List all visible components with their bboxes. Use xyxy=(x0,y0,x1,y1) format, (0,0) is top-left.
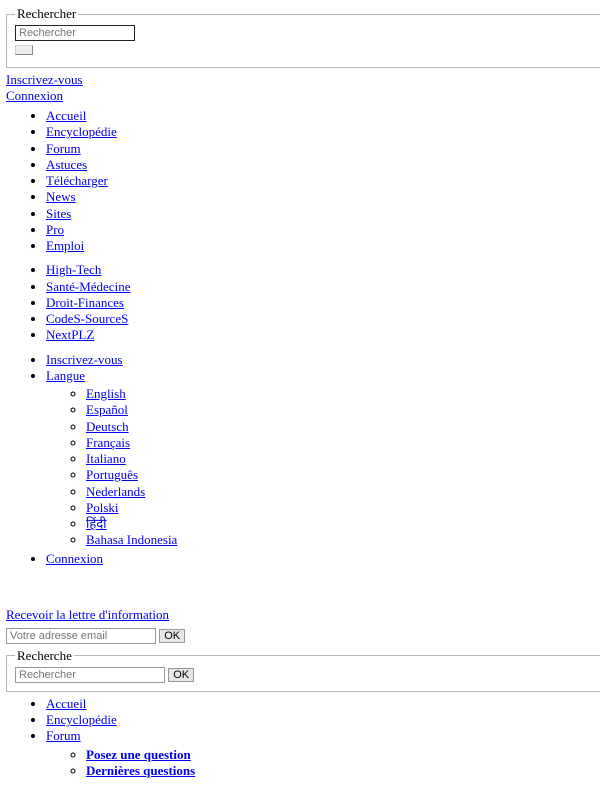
forum-dernieres-questions[interactable]: Dernières questions xyxy=(86,763,195,778)
newsletter-link[interactable]: Recevoir la lettre d'information xyxy=(6,607,169,623)
nav-pro[interactable]: Pro xyxy=(46,222,64,237)
nav-news[interactable]: News xyxy=(46,189,76,204)
signup-link[interactable]: Inscrivez-vous xyxy=(46,352,123,367)
nav-emploi[interactable]: Emploi xyxy=(46,238,84,253)
lang-deutsch[interactable]: Deutsch xyxy=(86,419,129,434)
language-menu[interactable]: Langue xyxy=(46,368,85,383)
newsletter-input[interactable] xyxy=(6,628,156,644)
lang-italiano[interactable]: Italiano xyxy=(86,451,126,466)
language-list: English Español Deutsch Français Italian… xyxy=(46,386,600,549)
search-submit-bottom[interactable]: OK xyxy=(168,668,194,682)
nav-account: Inscrivez-vous Langue English Español De… xyxy=(6,352,600,567)
nav-high-tech[interactable]: High-Tech xyxy=(46,262,101,277)
search-submit-top[interactable] xyxy=(15,45,33,55)
nav-primary: Accueil Encyclopédie Forum Astuces Téléc… xyxy=(6,108,600,254)
nav-droit-finances[interactable]: Droit-Finances xyxy=(46,295,124,310)
nav-accueil[interactable]: Accueil xyxy=(46,108,86,123)
nav-sites[interactable]: Sites xyxy=(46,206,71,221)
lang-espanol[interactable]: Español xyxy=(86,402,128,417)
lang-portugues[interactable]: Português xyxy=(86,467,138,482)
nav-sante-medecine[interactable]: Santé-Médecine xyxy=(46,279,130,294)
newsletter-submit[interactable]: OK xyxy=(159,629,185,643)
search-fieldset-bottom: Recherche OK xyxy=(6,648,600,692)
lang-nederlands[interactable]: Nederlands xyxy=(86,484,145,499)
nav-secondary: Accueil Encyclopédie Forum Posez une que… xyxy=(6,696,600,779)
nav2-encyclopedie[interactable]: Encyclopédie xyxy=(46,712,117,727)
nav-codes-sources[interactable]: CodeS-SourceS xyxy=(46,311,128,326)
nav-forum[interactable]: Forum xyxy=(46,141,81,156)
lang-bahasa-indonesia[interactable]: Bahasa Indonesia xyxy=(86,532,177,547)
lang-english[interactable]: English xyxy=(86,386,126,401)
lang-polski[interactable]: Polski xyxy=(86,500,119,515)
nav2-forum[interactable]: Forum xyxy=(46,728,81,743)
auth-links: Inscrivez-vous Connexion xyxy=(6,72,600,104)
nav-telecharger[interactable]: Télécharger xyxy=(46,173,108,188)
forum-sublist: Posez une question Dernières questions xyxy=(46,747,600,780)
search-fieldset-top: Rechercher xyxy=(6,6,600,68)
nav-nextplz[interactable]: NextPLZ xyxy=(46,327,94,342)
lang-hindi[interactable]: हिंदी xyxy=(86,516,107,531)
login-link-top[interactable]: Connexion xyxy=(6,88,600,104)
forum-posez-question[interactable]: Posez une question xyxy=(86,747,191,762)
nav-encyclopedie[interactable]: Encyclopédie xyxy=(46,124,117,139)
signup-link-top[interactable]: Inscrivez-vous xyxy=(6,72,600,88)
nav-astuces[interactable]: Astuces xyxy=(46,157,87,172)
nav2-accueil[interactable]: Accueil xyxy=(46,696,86,711)
newsletter-form: OK xyxy=(6,627,600,644)
search-legend-bottom: Recherche xyxy=(15,648,74,664)
spacer xyxy=(6,575,600,607)
search-input-bottom[interactable] xyxy=(15,667,165,683)
nav-network: High-Tech Santé-Médecine Droit-Finances … xyxy=(6,262,600,343)
search-legend-top: Rechercher xyxy=(15,6,78,22)
search-input-top[interactable] xyxy=(15,25,135,41)
login-link[interactable]: Connexion xyxy=(46,551,103,566)
lang-francais[interactable]: Français xyxy=(86,435,130,450)
